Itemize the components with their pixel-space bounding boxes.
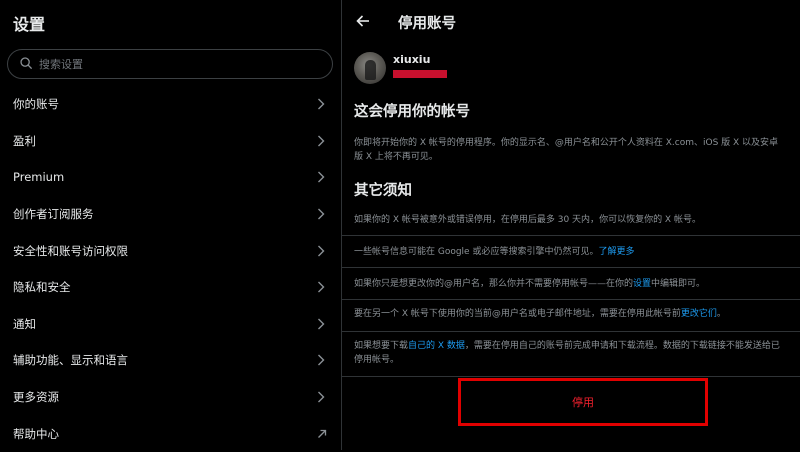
external-link-icon (317, 427, 327, 441)
note-search-engines: 一些帐号信息可能在 Google 或必应等搜索引擎中仍然可见。了解更多 (354, 245, 786, 259)
note-text: 一些帐号信息可能在 Google 或必应等搜索引擎中仍然可见。 (354, 247, 599, 257)
username: xiuxiu (393, 53, 431, 66)
settings-menu: 你的账号 盈利 Premium 创作者订阅服务 安全性和账号访问权限 隐私和安全… (0, 86, 341, 452)
page-title: 停用账号 (398, 16, 456, 32)
menu-item-label: 通知 (13, 316, 36, 331)
menu-item-more-resources[interactable]: 更多资源 (0, 379, 341, 416)
divider (342, 299, 800, 300)
menu-item-label: 帮助中心 (13, 426, 59, 441)
search-input[interactable] (39, 57, 319, 71)
menu-item-security-access[interactable]: 安全性和账号访问权限 (0, 232, 341, 269)
menu-item-label: 安全性和账号访问权限 (13, 243, 128, 258)
divider (342, 331, 800, 332)
menu-item-label: 更多资源 (13, 390, 59, 405)
note-text: 中编辑即可。 (651, 279, 706, 289)
learn-more-link[interactable]: 了解更多 (598, 247, 634, 257)
note-text: 如果想要下载 (354, 341, 409, 351)
section-heading-deactivate: 这会停用你的帐号 (354, 104, 470, 120)
menu-item-label: 隐私和安全 (13, 280, 71, 295)
menu-item-label: Premium (13, 170, 65, 185)
menu-item-notifications[interactable]: 通知 (0, 306, 341, 343)
note-text: 如果你只是想更改你的@用户名，那么你并不需要停用帐号——在你的 (354, 279, 634, 289)
note-change-username: 如果你只是想更改你的@用户名，那么你并不需要停用帐号——在你的设置中编辑即可。 (354, 277, 786, 291)
menu-item-creator-subscriptions[interactable]: 创作者订阅服务 (0, 196, 341, 233)
search-icon (19, 56, 35, 72)
note-text: 。 (716, 309, 726, 319)
menu-item-monetization[interactable]: 盈利 (0, 123, 341, 160)
note-download-data: 如果想要下载自己的 X 数据，需要在停用自己的账号前完成申请和下载流程。数据的下… (354, 339, 786, 367)
redacted-handle (393, 70, 447, 78)
menu-item-label: 你的账号 (13, 97, 59, 112)
menu-item-premium[interactable]: Premium (0, 159, 341, 196)
menu-item-label: 辅助功能、显示和语言 (13, 353, 128, 368)
menu-item-help-center[interactable]: 帮助中心 (0, 415, 341, 452)
menu-item-label: 创作者订阅服务 (13, 207, 94, 222)
note-text: 要在另一个 X 帐号下使用你的当前@用户名或电子邮件地址，需要在停用此帐号前 (354, 309, 681, 319)
settings-link[interactable]: 设置 (633, 279, 651, 289)
divider (342, 376, 800, 377)
chevron-right-icon (317, 353, 327, 367)
settings-title: 设置 (13, 15, 46, 34)
menu-item-your-account[interactable]: 你的账号 (0, 86, 341, 123)
note-change-credentials: 要在另一个 X 帐号下使用你的当前@用户名或电子邮件地址，需要在停用此帐号前更改… (354, 307, 786, 321)
divider (342, 267, 800, 268)
chevron-right-icon (317, 317, 327, 331)
back-arrow-icon[interactable] (356, 13, 372, 29)
chevron-right-icon (317, 97, 327, 111)
note-restore: 如果你的 X 帐号被意外或错误停用，在停用后最多 30 天内，你可以恢复你的 X… (354, 215, 701, 225)
chevron-right-icon (317, 280, 327, 294)
divider (342, 235, 800, 236)
search-box[interactable] (7, 49, 333, 79)
section-heading-other-notes: 其它须知 (354, 183, 412, 199)
chevron-right-icon (317, 207, 327, 221)
menu-item-label: 盈利 (13, 133, 36, 148)
deactivate-description: 你即将开始你的 X 帐号的停用程序。你的显示名、@用户名和公开个人资料在 X.c… (354, 138, 779, 162)
settings-panel: 设置 你的账号 盈利 Premium 创作者订阅服务 安全性和账号访问权限 隐私… (0, 0, 341, 450)
menu-item-privacy-safety[interactable]: 隐私和安全 (0, 269, 341, 306)
avatar (354, 52, 386, 84)
chevron-right-icon (317, 390, 327, 404)
chevron-right-icon (317, 244, 327, 258)
deactivate-panel: 停用账号 xiuxiu 这会停用你的帐号 你即将开始你的 X 帐号的停用程序。你… (342, 0, 800, 450)
deactivate-button[interactable]: 停用 (566, 393, 600, 411)
chevron-right-icon (317, 170, 327, 184)
change-them-link[interactable]: 更改它们 (681, 309, 717, 319)
deactivate-highlight-box: 停用 (458, 378, 708, 426)
your-x-data-link[interactable]: 自己的 X 数据 (408, 341, 465, 351)
menu-item-accessibility[interactable]: 辅助功能、显示和语言 (0, 342, 341, 379)
chevron-right-icon (317, 134, 327, 148)
